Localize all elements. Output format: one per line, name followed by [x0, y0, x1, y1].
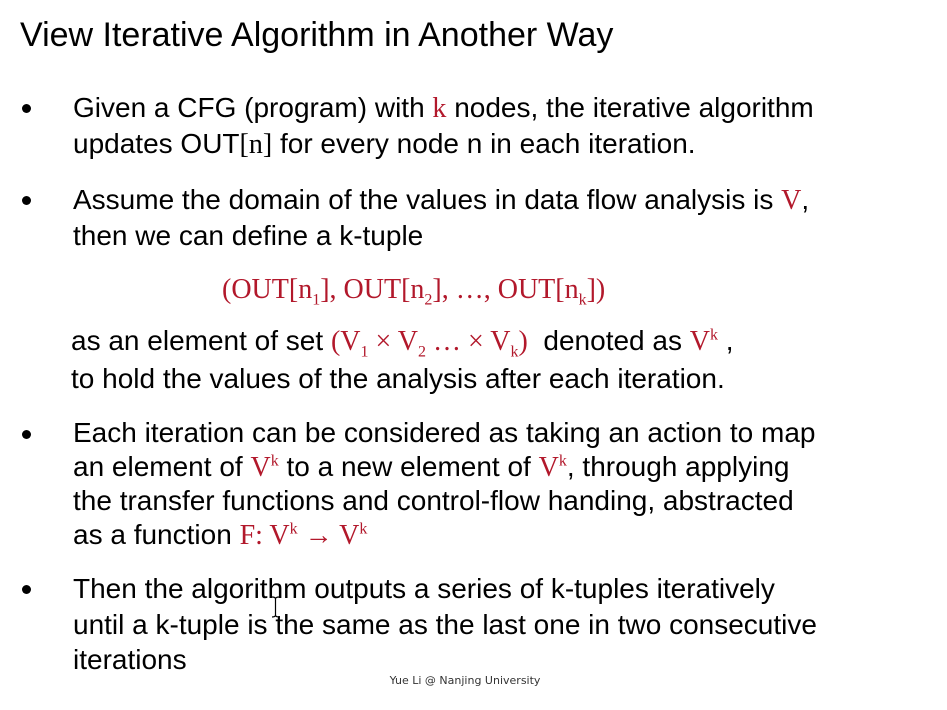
text: iterations — [73, 644, 187, 675]
bullet-3-line-2: an element of Vk to a new element of Vk,… — [73, 450, 789, 485]
footer-credit: Yue Li @ Nanjing University — [389, 674, 541, 687]
text: , — [717, 325, 734, 356]
text: the transfer functions and control-flow … — [73, 485, 794, 516]
fn-sup: k — [359, 520, 368, 538]
text: , — [801, 184, 810, 215]
text: until a k-tuple is the same as the last … — [73, 609, 817, 640]
text: Each iteration can be considered as taki… — [73, 417, 816, 448]
bullet-2-line-4: to hold the values of the analysis after… — [71, 362, 725, 396]
text: to a new element of — [278, 451, 539, 482]
text-cursor-icon — [271, 596, 280, 618]
bullet-4-dot — [22, 585, 31, 594]
bullet-3-dot — [22, 430, 31, 439]
math-vk: Vk — [539, 452, 567, 483]
math-vk: Vk — [250, 452, 278, 483]
vk-sup: k — [709, 326, 718, 344]
tuple-sub: 1 — [312, 291, 321, 309]
fn-sup: k — [289, 520, 298, 538]
bullet-2-line-2: then we can define a k-tuple — [73, 219, 423, 253]
text: Then the algorithm outputs a series of k… — [73, 573, 775, 604]
vk-base: V — [538, 452, 559, 483]
text: as a function — [73, 519, 240, 550]
vk-base: V — [689, 326, 710, 357]
math-k: k — [432, 93, 447, 124]
set-product-formula: (V1 × V2 … × Vk) — [330, 326, 528, 360]
text: , through applying — [566, 451, 790, 482]
fn-part: F: V — [239, 520, 290, 551]
tuple-part: ]) — [586, 274, 606, 305]
text: nodes, the iterative algorithm — [446, 92, 814, 123]
bullet-1-line-1: Given a CFG (program) with k nodes, the … — [73, 91, 814, 126]
text: Assume the domain of the values in data … — [73, 184, 782, 215]
text: an element of — [73, 451, 251, 482]
slide: View Iterative Algorithm in Another Way … — [0, 0, 947, 710]
math-v: V — [781, 185, 802, 216]
bullet-1-dot — [22, 104, 31, 113]
bullet-4-line-3: iterations — [73, 643, 187, 677]
text: as an element of set — [71, 325, 331, 356]
text: updates OUT — [73, 128, 240, 159]
set-sub: k — [510, 343, 519, 361]
math-vk: Vk — [690, 326, 718, 357]
vk-sup: k — [270, 452, 279, 470]
tuple-sub: k — [578, 291, 587, 309]
bullet-2-dot — [22, 196, 31, 205]
math-n-index: [n] — [239, 129, 273, 160]
bullet-2-line-1: Assume the domain of the values in data … — [73, 183, 809, 218]
text: to hold the values of the analysis after… — [71, 363, 725, 394]
bullet-4-line-1: Then the algorithm outputs a series of k… — [73, 572, 775, 606]
text: denoted as — [527, 325, 690, 356]
bullet-1-line-2: updates OUT[n] for every node n in each … — [73, 127, 696, 162]
vk-sup: k — [558, 452, 567, 470]
tuple-part: ], OUT[n — [320, 274, 425, 305]
set-part: (V — [330, 326, 361, 357]
bullet-2-line-3: as an element of set (V1 × V2 … × Vk) de… — [71, 324, 734, 360]
vk-base: V — [250, 452, 271, 483]
set-part: ) — [518, 326, 528, 357]
set-part: × V — [368, 326, 418, 357]
tuple-part: ], …, OUT[n — [432, 274, 579, 305]
slide-title: View Iterative Algorithm in Another Way — [20, 16, 614, 54]
bullet-3-line-3: the transfer functions and control-flow … — [73, 484, 794, 518]
text: for every node n in each iteration. — [272, 128, 696, 159]
bullet-3-line-4: as a function F: Vk → Vk — [73, 518, 367, 553]
text: Given a CFG (program) with — [73, 92, 433, 123]
function-formula: F: Vk → Vk — [240, 520, 368, 551]
bullet-3-line-1: Each iteration can be considered as taki… — [73, 416, 815, 450]
fn-part: → V — [297, 520, 360, 551]
text: then we can define a k-tuple — [73, 220, 424, 251]
k-tuple-formula: (OUT[n1], OUT[n2], …, OUT[nk]) — [222, 273, 606, 309]
set-sub: 2 — [418, 343, 426, 361]
bullet-4-line-2: until a k-tuple is the same as the last … — [73, 608, 817, 642]
set-part: … × V — [426, 326, 511, 357]
tuple-part: (OUT[n — [222, 274, 313, 305]
